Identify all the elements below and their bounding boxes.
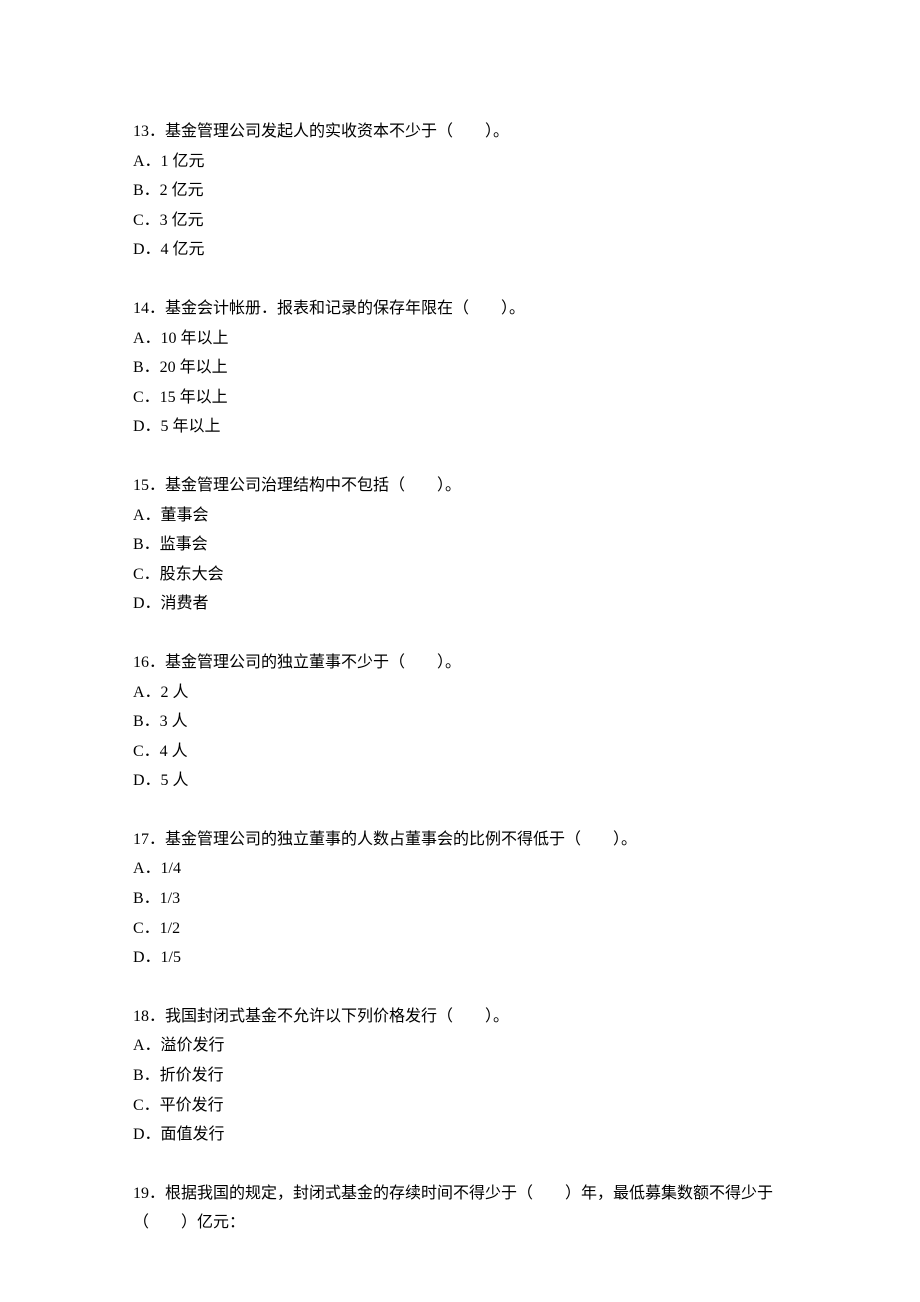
option: C．4 人 [133, 737, 787, 767]
question-block: 16．基金管理公司的独立董事不少于（ ）。A．2 人B．3 人C．4 人D．5 … [133, 648, 787, 796]
question-text: 16．基金管理公司的独立董事不少于（ ）。 [133, 648, 787, 678]
question-block: 14．基金会计帐册．报表和记录的保存年限在（ ）。A．10 年以上B．20 年以… [133, 294, 787, 442]
option: D．面值发行 [133, 1120, 787, 1150]
question-text: 15．基金管理公司治理结构中不包括（ ）。 [133, 471, 787, 501]
option: D．消费者 [133, 589, 787, 619]
option: B．折价发行 [133, 1061, 787, 1091]
option: D．4 亿元 [133, 235, 787, 265]
option: A．董事会 [133, 501, 787, 531]
question-block: 19．根据我国的规定，封闭式基金的存续时间不得少于（ ）年，最低募集数额不得少于… [133, 1179, 787, 1238]
option: B．2 亿元 [133, 176, 787, 206]
option: B．1/3 [133, 884, 787, 914]
option: A．1/4 [133, 854, 787, 884]
option: D．5 人 [133, 766, 787, 796]
question-block: 13．基金管理公司发起人的实收资本不少于（ ）。A．1 亿元B．2 亿元C．3 … [133, 117, 787, 265]
question-block: 15．基金管理公司治理结构中不包括（ ）。A．董事会B．监事会C．股东大会D．消… [133, 471, 787, 619]
option: D．1/5 [133, 943, 787, 973]
option: C．15 年以上 [133, 383, 787, 413]
question-text: 13．基金管理公司发起人的实收资本不少于（ ）。 [133, 117, 787, 147]
option: A．溢价发行 [133, 1031, 787, 1061]
option: B．监事会 [133, 530, 787, 560]
question-text: 14．基金会计帐册．报表和记录的保存年限在（ ）。 [133, 294, 787, 324]
option: C．3 亿元 [133, 206, 787, 236]
option: C．股东大会 [133, 560, 787, 590]
option: A．10 年以上 [133, 324, 787, 354]
option: C．平价发行 [133, 1091, 787, 1121]
option: C．1/2 [133, 914, 787, 944]
question-text: 18．我国封闭式基金不允许以下列价格发行（ ）。 [133, 1002, 787, 1032]
option: B．3 人 [133, 707, 787, 737]
question-block: 17．基金管理公司的独立董事的人数占董事会的比例不得低于（ ）。A．1/4B．1… [133, 825, 787, 973]
option: B．20 年以上 [133, 353, 787, 383]
option: A．2 人 [133, 678, 787, 708]
option: A．1 亿元 [133, 147, 787, 177]
question-text: 17．基金管理公司的独立董事的人数占董事会的比例不得低于（ ）。 [133, 825, 787, 855]
question-block: 18．我国封闭式基金不允许以下列价格发行（ ）。A．溢价发行B．折价发行C．平价… [133, 1002, 787, 1150]
option: D．5 年以上 [133, 412, 787, 442]
question-text: 19．根据我国的规定，封闭式基金的存续时间不得少于（ ）年，最低募集数额不得少于… [133, 1179, 787, 1238]
